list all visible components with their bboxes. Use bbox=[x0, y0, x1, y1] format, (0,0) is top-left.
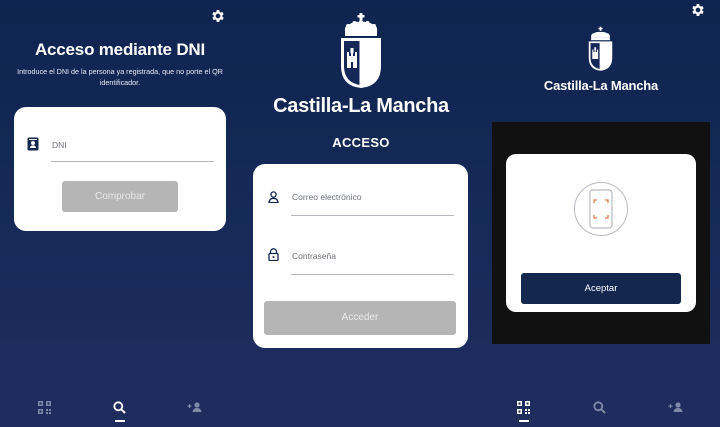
email-field[interactable]: Correo electrónico bbox=[292, 192, 361, 202]
bottom-nav bbox=[482, 397, 720, 427]
castilla-la-mancha-logo bbox=[587, 26, 614, 77]
accept-button[interactable]: Aceptar bbox=[521, 273, 681, 304]
gear-icon[interactable] bbox=[210, 8, 226, 24]
add-user-icon[interactable] bbox=[668, 401, 683, 415]
phone-scan-icon bbox=[574, 182, 628, 236]
screen-login: Castilla-La Mancha ACCESO Correo electró… bbox=[240, 0, 482, 427]
password-field[interactable]: Contraseña bbox=[292, 251, 336, 261]
login-button[interactable]: Acceder bbox=[264, 301, 456, 335]
scan-dialog: Aceptar bbox=[506, 154, 696, 312]
active-tab-indicator bbox=[519, 420, 529, 422]
page-title: Acceso mediante DNI bbox=[34, 40, 206, 59]
id-card-icon bbox=[27, 137, 39, 151]
gear-icon[interactable] bbox=[690, 2, 706, 18]
check-button[interactable]: Comprobar bbox=[62, 181, 178, 212]
brand-name: Castilla-La Mancha bbox=[273, 95, 449, 117]
qr-icon[interactable] bbox=[517, 401, 531, 422]
page-subtitle: Introduce el DNI de la persona ya regist… bbox=[17, 67, 223, 87]
login-card: Correo electrónico Contraseña Acceder bbox=[253, 164, 468, 348]
lock-icon bbox=[268, 248, 279, 261]
castilla-la-mancha-logo bbox=[338, 12, 384, 95]
add-user-icon[interactable] bbox=[187, 401, 202, 415]
screen-dni: Acceso mediante DNI Introduce el DNI de … bbox=[0, 0, 240, 427]
dni-card: DNI Comprobar bbox=[14, 107, 226, 231]
password-field-underline bbox=[291, 274, 454, 275]
brand-name: Castilla-La Mancha bbox=[543, 78, 659, 93]
search-icon[interactable] bbox=[113, 401, 127, 422]
qr-icon[interactable] bbox=[38, 401, 52, 415]
user-icon bbox=[268, 191, 279, 203]
dni-field-underline bbox=[51, 161, 214, 162]
dni-field[interactable]: DNI bbox=[52, 140, 67, 150]
screen-scan: Castilla-La Mancha Aceptar bbox=[482, 0, 720, 427]
login-heading: ACCESO bbox=[332, 135, 390, 150]
bottom-nav bbox=[0, 397, 240, 427]
search-icon[interactable] bbox=[593, 401, 607, 415]
active-tab-indicator bbox=[115, 420, 125, 422]
email-field-underline bbox=[291, 215, 454, 216]
